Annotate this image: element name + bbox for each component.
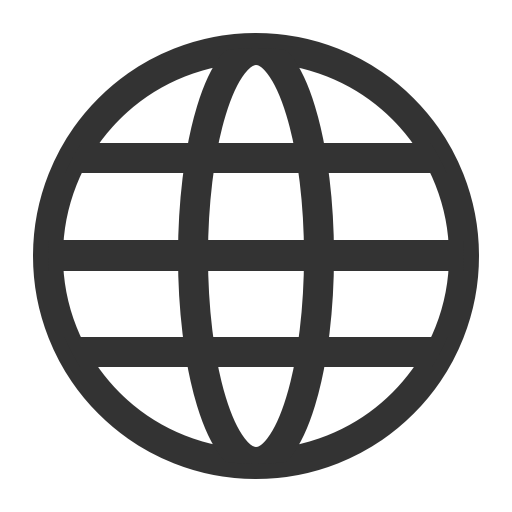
globe-icon — [33, 33, 479, 479]
latitude-bottom — [48, 337, 464, 367]
latitude-top — [48, 143, 464, 173]
latitude-equator — [48, 240, 464, 271]
icon-canvas — [0, 0, 512, 512]
globe-latitudes — [48, 143, 464, 367]
